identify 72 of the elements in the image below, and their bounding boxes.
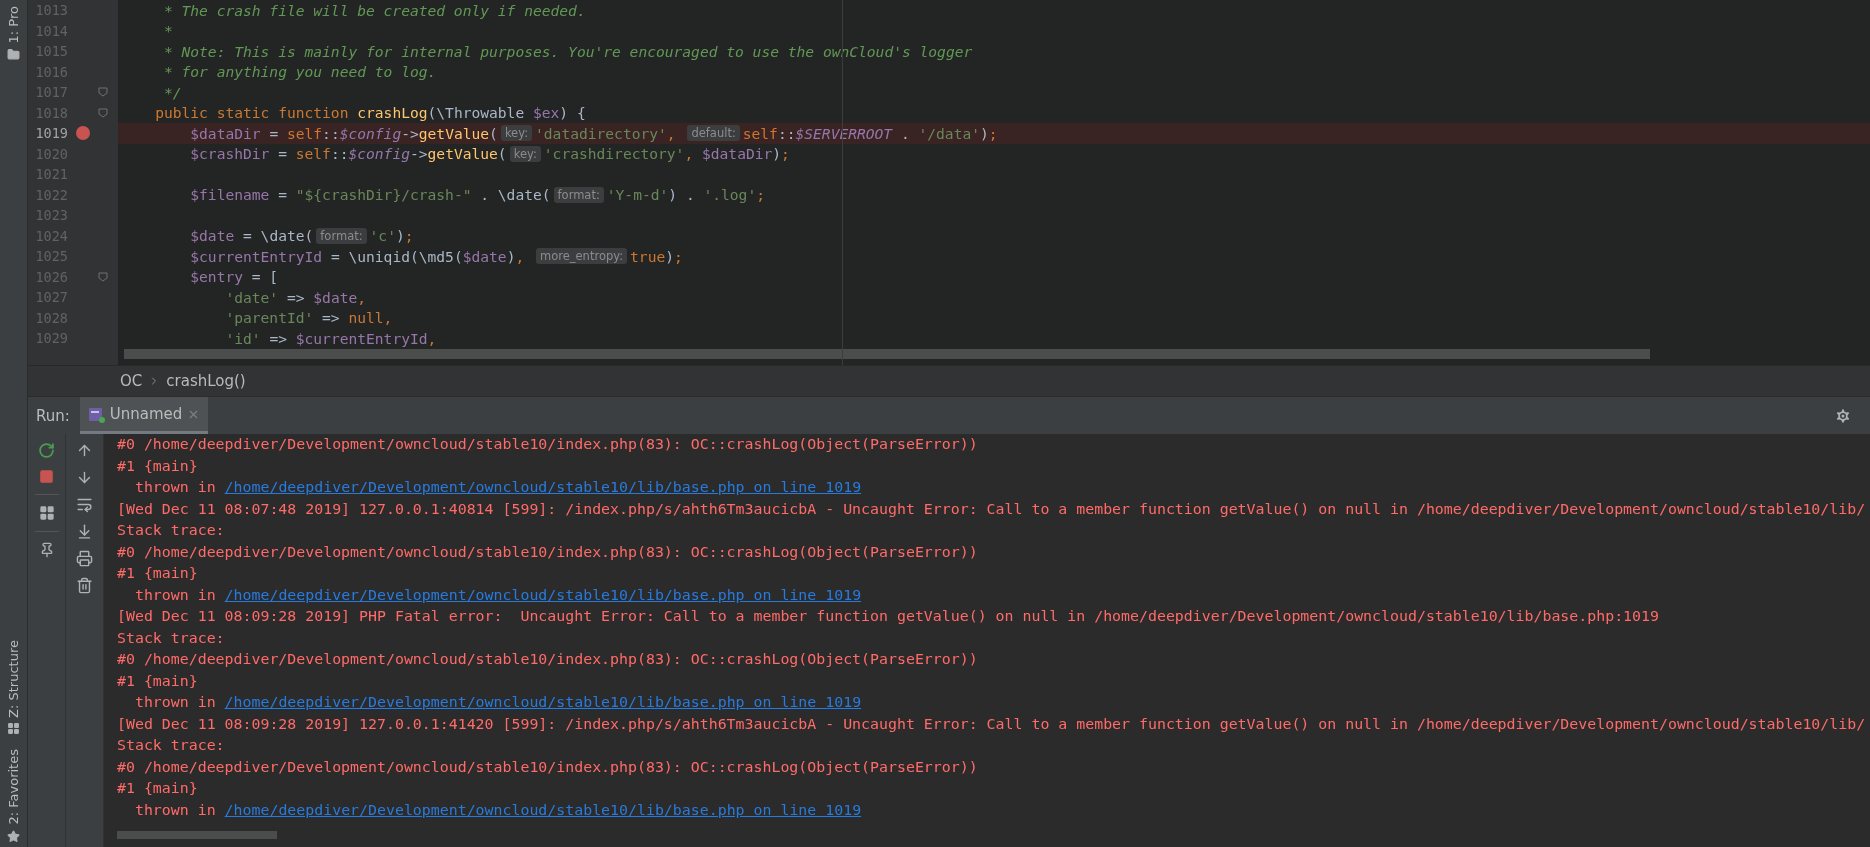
breakpoint-icon[interactable]	[76, 126, 90, 141]
tool-window-button[interactable]: 1: Pro	[6, 6, 21, 44]
code-text: 'crashdirectory', $dataDir);	[543, 145, 790, 163]
file-link[interactable]: /home/deepdiver/Development/owncloud/stable10/lib/base.php on line 1019	[224, 478, 862, 496]
output-line: thrown in /home/deepdiver/Development/owncloud/stable10/lib/base.php on line 1019	[133, 799, 863, 821]
code-text: $crashDir = self::$config->getValue(	[189, 145, 507, 163]
code-text: 'datadirectory',	[535, 124, 677, 142]
output-line: #0 /home/deepdiver/Development/owncloud/stable10/index.php(83): OC::crashLog(Object(ParseError))	[117, 434, 979, 455]
output-line: Stack trace:	[117, 520, 226, 541]
code-text: * The crash file will be created only if needed.	[162, 1, 586, 19]
output-line: #1 {main}	[117, 670, 199, 692]
breadcrumb-item[interactable]: crashLog()	[166, 372, 246, 390]
parameter-hint: key:	[500, 125, 533, 142]
code-text: public static function crashLog(\Throwable $ex) {	[154, 104, 586, 122]
scrollbar[interactable]	[124, 349, 1650, 359]
output-line: thrown in /home/deepdiver/Development/owncloud/stable10/lib/base.php on line 1019	[133, 692, 863, 713]
print-icon[interactable]	[76, 550, 93, 567]
folder-icon[interactable]	[7, 48, 20, 62]
output-line: #0 /home/deepdiver/Development/owncloud/stable10/index.php(83): OC::crashLog(Object(ParseError))	[117, 649, 979, 670]
code-text: $date = \date(	[189, 227, 314, 245]
breadcrumb-item[interactable]: OC	[120, 372, 143, 390]
output-line: [Wed Dec 11 08:09:28 2019] PHP Fatal error: Uncaught Error: Call to a member function getValue() on null in /home/deepdiver/Development/owncloud/stable10/lib/base.php:1019	[117, 606, 1660, 627]
output-line: #1 {main}	[117, 778, 199, 799]
code-text: *	[162, 22, 173, 40]
code-text: * for anything you need to log.	[162, 63, 437, 81]
code-text: true);	[630, 247, 683, 265]
code-text: 'id' => $currentEntryId,	[224, 329, 437, 347]
run-tab[interactable]: Unnamed	[79, 397, 209, 434]
output-line: Stack trace:	[117, 627, 226, 649]
parameter-hint: format:	[553, 186, 604, 203]
code-text: 'c');	[369, 227, 414, 245]
soft-wrap-icon[interactable]	[76, 496, 93, 513]
file-link[interactable]: /home/deepdiver/Development/owncloud/stable10/lib/base.php on line 1019	[224, 693, 862, 711]
file-link[interactable]: /home/deepdiver/Development/owncloud/stable10/lib/base.php on line 1019	[224, 585, 862, 604]
output-line: #0 /home/deepdiver/Development/owncloud/stable10/index.php(83): OC::crashLog(Object(ParseError))	[117, 756, 979, 778]
scroll-to-end-icon[interactable]	[76, 523, 93, 540]
code-text: $filename = "${crashDir}/crash-" . \date(	[189, 186, 551, 204]
code-text: 'parentId' => null,	[224, 309, 393, 327]
trash-icon[interactable]	[76, 577, 93, 594]
code-text: $dataDir = self::$config->getValue(	[189, 124, 498, 142]
tool-window-button[interactable]: Z: Structure	[6, 639, 21, 718]
panel-title: Run:	[36, 406, 70, 425]
stop-icon[interactable]	[39, 469, 54, 484]
php-file-icon	[87, 405, 105, 423]
output-line: #1 {main}	[117, 563, 199, 584]
output-line: thrown in /home/deepdiver/Development/owncloud/stable10/lib/base.php on line 1019	[133, 584, 863, 606]
tool-window-button[interactable]: 2: Favorites	[6, 749, 21, 825]
code-text: 'date' => $date,	[224, 288, 367, 306]
parameter-hint: key:	[509, 145, 541, 162]
code-text: $entry = [	[189, 268, 279, 286]
code-text: 'Y-m-d') . '.log';	[606, 186, 765, 204]
scrollbar[interactable]	[117, 831, 277, 839]
output-line: thrown in /home/deepdiver/Development/owncloud/stable10/lib/base.php on line 1019	[133, 477, 863, 498]
code-text: */	[162, 83, 182, 101]
output-line: #0 /home/deepdiver/Development/owncloud/stable10/index.php(83): OC::crashLog(Object(ParseError))	[117, 541, 979, 563]
code-text: $currentEntryId = \uniqid(\md5($date),	[189, 247, 526, 265]
file-link[interactable]: /home/deepdiver/Development/owncloud/stable10/lib/base.php on line 1019	[224, 800, 862, 819]
parameter-hint: more_entropy:	[536, 248, 628, 265]
output-line: [Wed Dec 11 08:09:28 2019] 127.0.0.1:41420 [599]: /index.php/s/ahth6Tm3aucicbA - Uncaught Error: Call to a member function getValue() on null in /home/deepdiver/Development/owncloud/stable10/lib/	[117, 713, 1867, 735]
line-number: 1019	[34, 125, 68, 142]
parameter-hint: format:	[316, 227, 367, 244]
output-line: #1 {main}	[117, 455, 199, 477]
code-text: self::$SERVERROOT . '/data');	[742, 124, 998, 142]
code-text: * Note: This is mainly for internal purposes. You're encouraged to use the ownCloud's logger	[162, 42, 973, 60]
settings-icon[interactable]	[1834, 406, 1852, 425]
structure-icon[interactable]	[7, 722, 20, 736]
output-line: [Wed Dec 11 08:07:48 2019] 127.0.0.1:40814 [599]: /index.php/s/ahth6Tm3aucicbA - Uncaught Error: Call to a member function getValue() on null in /home/deepdiver/Development/owncloud/stable10/lib/	[117, 498, 1867, 520]
parameter-hint: default:	[687, 125, 740, 142]
output-line: Stack trace:	[117, 735, 226, 756]
rerun-icon[interactable]	[38, 442, 55, 459]
star-icon[interactable]	[7, 830, 20, 843]
layout-icon[interactable]	[38, 505, 55, 521]
